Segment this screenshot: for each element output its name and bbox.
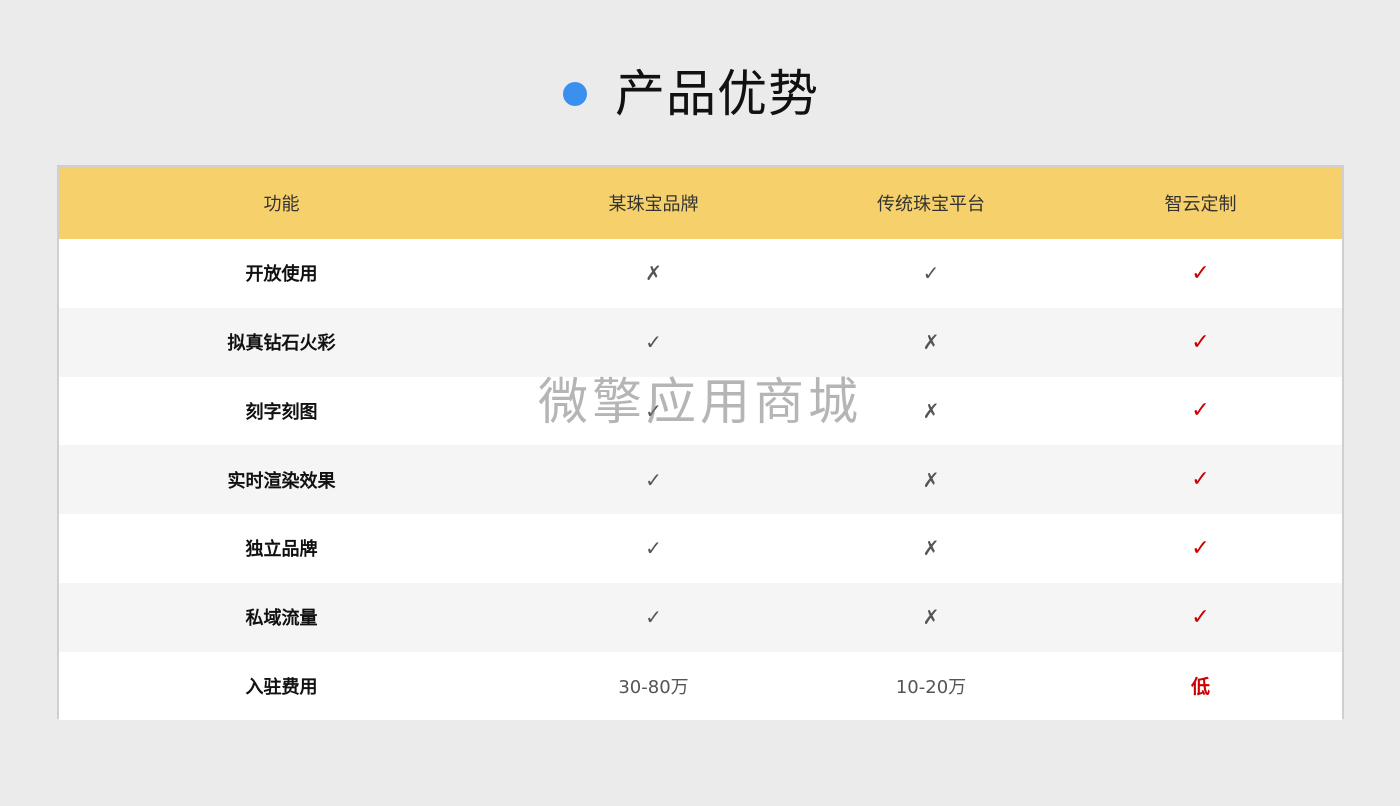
cross-icon: ✗ [645, 261, 662, 286]
check-icon: ✓ [1191, 604, 1210, 630]
table-row: 实时渲染效果 ✓ ✗ ✓ [59, 445, 1342, 514]
cross-icon: ✗ [922, 605, 940, 630]
check-icon: ✓ [1191, 535, 1210, 561]
table-row: 私域流量 ✓ ✗ ✓ [59, 582, 1342, 652]
table-row: 独立品牌 ✓ ✗ ✓ [59, 514, 1342, 583]
feature-label: 实时渲染效果 [227, 470, 336, 492]
cross-icon: ✗ [922, 467, 940, 492]
price-value: 低 [1190, 676, 1210, 699]
check-icon: ✓ [645, 330, 662, 355]
cross-icon: ✗ [922, 536, 940, 561]
table-row: 拟真钻石火彩 ✓ ✗ ✓ [59, 307, 1342, 377]
check-icon: ✓ [1191, 260, 1210, 286]
check-icon: ✓ [922, 261, 940, 286]
check-icon: ✓ [645, 605, 662, 630]
table-row: 入驻费用 30-80万 10-20万 低 [59, 651, 1342, 721]
page-header: 产品优势 [0, 56, 1400, 132]
cross-icon: ✗ [922, 330, 940, 355]
check-icon: ✓ [645, 398, 662, 423]
feature-label: 开放使用 [245, 264, 318, 286]
check-icon: ✓ [1191, 467, 1210, 493]
cross-icon: ✗ [922, 398, 940, 423]
check-icon: ✓ [645, 467, 662, 492]
dot-icon [563, 82, 587, 106]
feature-label: 入驻费用 [245, 676, 318, 698]
feature-label: 私域流量 [245, 608, 318, 630]
feature-label: 刻字刻图 [245, 401, 318, 423]
price-value: 10-20万 [895, 676, 967, 698]
feature-label: 独立品牌 [245, 539, 318, 561]
comparison-table: 功能 某珠宝品牌 传统珠宝平台 智云定制 开放使用 ✗ ✓ ✓ 拟真钻石火彩 ✓… [57, 165, 1344, 721]
check-icon: ✓ [1191, 329, 1210, 355]
column-header-traditional: 传统珠宝平台 [877, 194, 985, 215]
column-header-brand: 某珠宝品牌 [608, 194, 699, 215]
price-value: 30-80万 [618, 676, 689, 698]
page-title: 产品优势 [615, 65, 819, 123]
column-header-zhiyun: 智云定制 [1164, 194, 1237, 215]
check-icon: ✓ [645, 536, 662, 561]
table-header-row: 功能 某珠宝品牌 传统珠宝平台 智云定制 [59, 167, 1342, 239]
table-row: 刻字刻图 ✓ ✗ ✓ [59, 376, 1342, 446]
table-row: 开放使用 ✗ ✓ ✓ [59, 239, 1342, 308]
check-icon: ✓ [1191, 398, 1210, 424]
feature-label: 拟真钻石火彩 [227, 333, 336, 355]
column-header-feature: 功能 [263, 194, 300, 215]
